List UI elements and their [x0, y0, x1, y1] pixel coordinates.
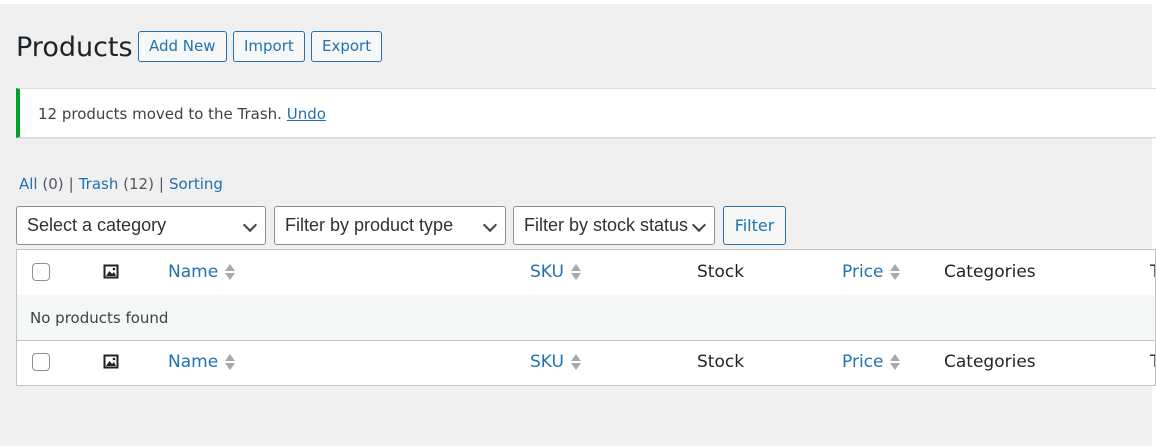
chevron-down-icon: [482, 217, 498, 233]
product-type-select[interactable]: Filter by product type: [274, 206, 506, 245]
notice-text: 12 products moved to the Trash. Undo: [38, 105, 326, 123]
add-new-button[interactable]: Add New: [138, 31, 227, 62]
image-icon: [103, 354, 119, 369]
view-trash-count: (12): [123, 175, 154, 193]
stock-status-select[interactable]: Filter by stock status: [513, 206, 715, 245]
category-select[interactable]: Select a category: [16, 206, 266, 245]
column-price-label: Price: [842, 262, 884, 282]
view-separator: |: [68, 175, 74, 193]
column-stock: Stock: [697, 352, 745, 372]
column-name[interactable]: Name: [168, 352, 236, 372]
column-sku[interactable]: SKU: [530, 262, 581, 282]
select-all-checkbox[interactable]: [32, 353, 50, 371]
view-filters: All (0) | Trash (12) | Sorting: [19, 175, 223, 193]
page-title: Products: [16, 32, 133, 63]
column-categories: Categories: [944, 352, 1036, 372]
view-all-count: (0): [42, 175, 64, 193]
column-price[interactable]: Price: [842, 352, 901, 372]
column-cut-off: T: [1150, 262, 1155, 282]
column-price[interactable]: Price: [842, 262, 901, 282]
column-cut-off: T: [1150, 352, 1155, 372]
column-stock: Stock: [697, 262, 745, 282]
chevron-down-icon: [242, 217, 258, 233]
column-name-label: Name: [168, 352, 219, 372]
category-select-value: Select a category: [27, 215, 167, 235]
notice-message: 12 products moved to the Trash.: [38, 105, 282, 123]
view-all-link[interactable]: All (0): [19, 175, 64, 193]
chevron-down-icon: [691, 217, 707, 233]
trash-notice: 12 products moved to the Trash. Undo: [16, 88, 1156, 138]
empty-message: No products found: [30, 309, 169, 327]
view-all-label: All: [19, 175, 38, 193]
column-name-label: Name: [168, 262, 219, 282]
column-price-label: Price: [842, 352, 884, 372]
sort-icon: [890, 263, 901, 281]
export-button[interactable]: Export: [311, 31, 383, 62]
table-header-row: Name SKU Stock Price Categories T: [17, 250, 1155, 296]
table-footer-row: Name SKU Stock Price Categories T: [17, 340, 1155, 385]
view-trash-label: Trash: [78, 175, 119, 193]
sort-icon: [225, 263, 236, 281]
sort-icon: [570, 353, 581, 371]
select-all-checkbox[interactable]: [32, 263, 50, 281]
product-type-select-value: Filter by product type: [285, 215, 454, 235]
column-categories: Categories: [944, 262, 1036, 282]
undo-link[interactable]: Undo: [287, 105, 326, 123]
column-name[interactable]: Name: [168, 262, 236, 282]
stock-status-select-value: Filter by stock status: [524, 215, 689, 235]
empty-row: No products found: [17, 295, 1155, 341]
top-edge-strip: [0, 0, 1156, 4]
sort-icon: [890, 353, 901, 371]
column-sku[interactable]: SKU: [530, 352, 581, 372]
column-sku-label: SKU: [530, 262, 564, 282]
filter-button[interactable]: Filter: [723, 206, 786, 245]
image-icon: [103, 264, 119, 279]
view-sorting-link[interactable]: Sorting: [169, 175, 223, 193]
import-button[interactable]: Import: [233, 31, 305, 62]
products-table: Name SKU Stock Price Categories T No pro…: [16, 249, 1156, 386]
sort-icon: [225, 353, 236, 371]
column-sku-label: SKU: [530, 352, 564, 372]
sort-icon: [570, 263, 581, 281]
view-trash-link[interactable]: Trash (12): [79, 175, 154, 193]
view-separator: |: [158, 175, 164, 193]
